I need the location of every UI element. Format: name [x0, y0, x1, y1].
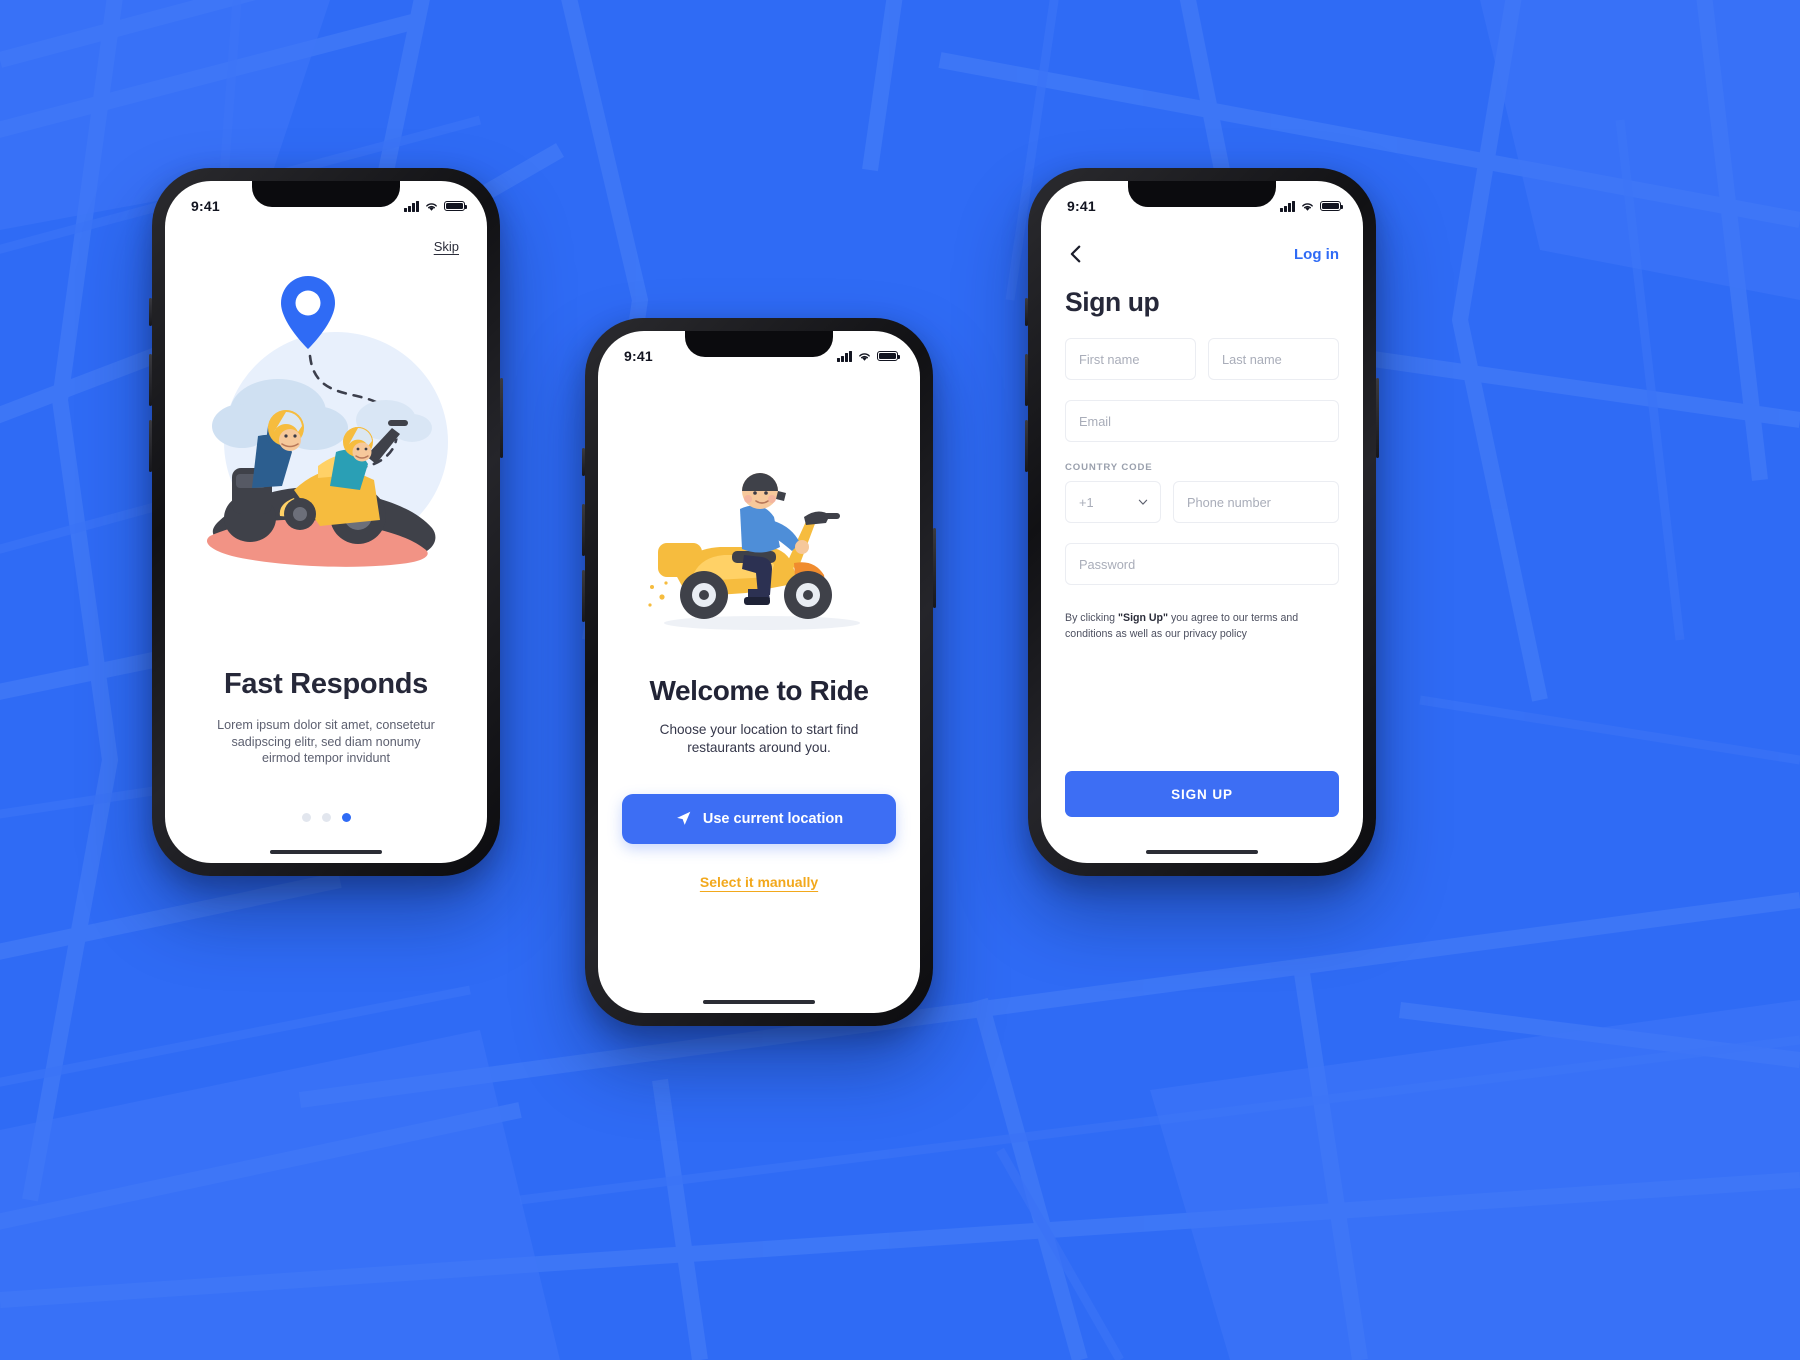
welcome-screen: Welcome to Ride Choose your location to …: [598, 331, 920, 1013]
phone-number-input[interactable]: Phone number: [1173, 481, 1339, 523]
name-row: First name Last name: [1065, 338, 1339, 380]
phone-signup: 9:41 Log in Sign up First name Last name…: [1025, 168, 1379, 876]
volume-down-button: [149, 420, 152, 472]
signup-screen: Log in Sign up First name Last name Emai…: [1041, 181, 1363, 863]
use-current-location-button[interactable]: Use current location: [622, 793, 896, 844]
mute-switch: [582, 448, 585, 476]
onboarding-screen: Skip Fast Responds Lorem ipsum dolor sit…: [165, 181, 487, 863]
country-code-label: COUNTRY CODE: [1065, 462, 1153, 473]
battery-icon: [877, 350, 901, 362]
wifi-icon: [426, 202, 437, 211]
phone-row: +1 Phone number: [1065, 481, 1339, 523]
pagination-dot-3[interactable]: [341, 812, 351, 822]
terms-prefix: By clicking: [1065, 612, 1118, 624]
skip-button[interactable]: Skip: [434, 239, 459, 254]
pagination-dot-1[interactable]: [301, 812, 311, 822]
use-current-location-label: Use current location: [702, 810, 844, 827]
country-code-select[interactable]: +1: [1065, 481, 1161, 523]
navigation-arrow-icon: [677, 811, 691, 826]
volume-up-button: [582, 504, 585, 556]
home-indicator: [1146, 849, 1258, 854]
notch: [685, 331, 833, 357]
login-link[interactable]: Log in: [1294, 246, 1339, 263]
onboarding-illustration: [165, 260, 487, 572]
phone-onboarding: 9:41 Skip Fast Responds Lorem ipsum dolo…: [149, 168, 503, 876]
page-title: Welcome to Ride: [649, 675, 869, 706]
volume-up-button: [149, 354, 152, 406]
power-button: [1376, 378, 1379, 458]
email-input[interactable]: Email: [1065, 400, 1339, 442]
wifi-icon: [1302, 202, 1313, 211]
wifi-icon: [859, 352, 870, 361]
chevron-left-icon[interactable]: [1065, 243, 1087, 265]
last-name-input[interactable]: Last name: [1208, 338, 1339, 380]
phone-welcome: 9:41 Welcome to Ride Choose your locatio…: [582, 318, 936, 1026]
page-title: Fast Responds: [224, 668, 428, 700]
status-time: 9:41: [191, 198, 220, 214]
battery-icon: [1320, 200, 1344, 212]
power-button: [933, 528, 936, 608]
mute-switch: [149, 298, 152, 326]
terms-text: By clicking "Sign Up" you agree to our t…: [1065, 611, 1339, 643]
chevron-down-icon: [1138, 499, 1148, 505]
cellular-signal-icon: [837, 350, 852, 362]
pagination-dots[interactable]: [165, 812, 487, 822]
welcome-illustration: [598, 447, 920, 637]
page-description: Choose your location to start find resta…: [659, 722, 859, 756]
home-indicator: [270, 849, 382, 854]
country-code-value: +1: [1079, 494, 1094, 510]
cellular-signal-icon: [1280, 200, 1295, 212]
status-time: 9:41: [624, 348, 653, 364]
email-row: Email: [1065, 400, 1339, 442]
pagination-dot-2[interactable]: [321, 812, 331, 822]
home-indicator: [703, 999, 815, 1004]
terms-emphasis: "Sign Up": [1117, 612, 1169, 624]
select-manually-link[interactable]: Select it manually: [598, 874, 920, 890]
volume-down-button: [582, 570, 585, 622]
signup-button[interactable]: SIGN UP: [1065, 771, 1339, 817]
cellular-signal-icon: [404, 200, 419, 212]
mute-switch: [1025, 298, 1028, 326]
power-button: [500, 378, 503, 458]
notch: [252, 181, 400, 207]
battery-icon: [444, 200, 468, 212]
notch: [1128, 181, 1276, 207]
volume-up-button: [1025, 354, 1028, 406]
password-row: Password: [1065, 543, 1339, 585]
password-input[interactable]: Password: [1065, 543, 1339, 585]
status-time: 9:41: [1067, 198, 1096, 214]
page-description: Lorem ipsum dolor sit amet, consetetur s…: [217, 718, 435, 766]
volume-down-button: [1025, 420, 1028, 472]
first-name-input[interactable]: First name: [1065, 338, 1196, 380]
page-title: Sign up: [1065, 287, 1160, 317]
